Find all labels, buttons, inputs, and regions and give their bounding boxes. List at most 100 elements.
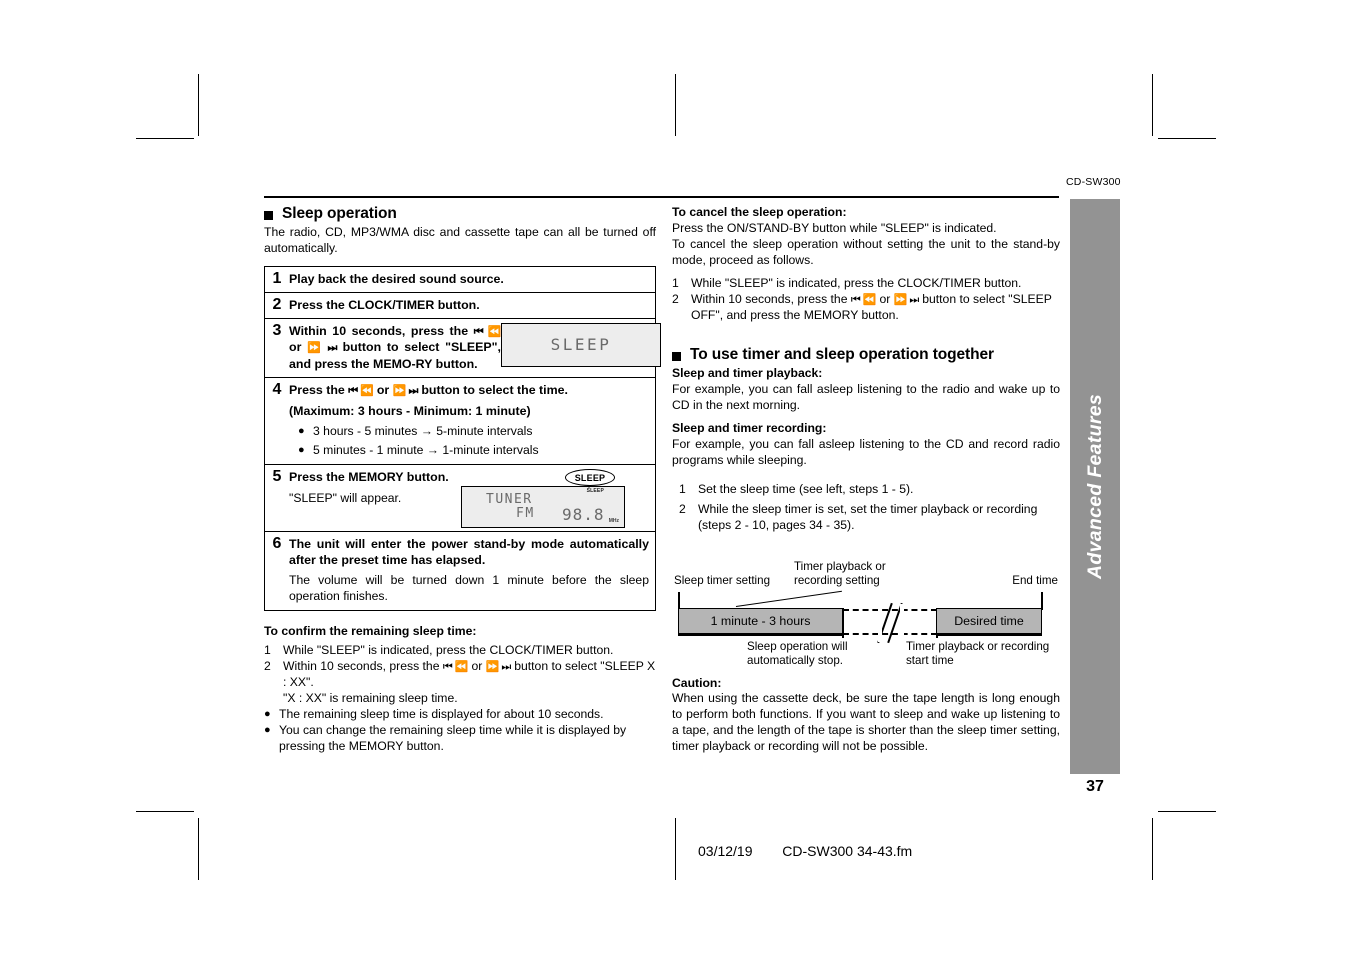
lcd-frequency-unit: MHz <box>608 518 619 525</box>
cancel-item-1: 1 While "SLEEP" is indicated, press the … <box>672 276 1022 291</box>
step-number-4: 4 <box>272 380 282 398</box>
diagram-baseline <box>678 633 843 636</box>
lcd-display-sleep: SLEEP <box>501 322 661 367</box>
step-text-1: Play back the desired sound source. <box>289 271 504 286</box>
diagram-bar-desired: Desired time <box>936 607 1042 634</box>
diagram-break-mask <box>900 603 904 642</box>
confirm-item-1: 1 While "SLEEP" is indicated, press the … <box>264 643 614 658</box>
step-row-1: 1 Play back the desired sound source. <box>265 267 655 293</box>
skip-back-icon: ⏮ ⏪ <box>473 325 502 338</box>
sleep-operation-title: Sleep operation <box>282 205 397 222</box>
lcd-tuner-frequency: 98.8 <box>562 505 605 525</box>
caution-heading: Caution: <box>672 675 722 690</box>
step-row-6: 6 The unit will enter the power stand-by… <box>265 532 655 610</box>
recording-heading: Sleep and timer recording: <box>672 420 827 435</box>
confirm-item-2: 2 Within 10 seconds, press the ⏮ ⏪ or ⏩ … <box>264 659 656 706</box>
footer-rule-center <box>675 818 676 880</box>
document-page: CD-SW300 Sleep operation The radio, CD, … <box>0 0 1351 954</box>
lcd-sleep-text: SLEEP <box>550 335 612 355</box>
together-item-2: 2 While the sleep timer is set, set the … <box>679 501 1038 532</box>
crop-mark-bottom-right-horizontal <box>1158 811 1216 812</box>
header-rule <box>264 196 1059 198</box>
crop-mark-top-left-vertical <box>198 74 199 136</box>
together-item-1: 1 Set the sleep time (see left, steps 1 … <box>679 481 914 496</box>
footer-filename: CD-SW300 34-43.fm <box>782 843 913 859</box>
sleep-operation-intro: The radio, CD, MP3/WMA disc and cassette… <box>264 225 656 255</box>
crop-mark-top-right-vertical <box>1152 74 1153 136</box>
diagram-break-mask <box>878 603 882 642</box>
bullet-dot-icon: ● <box>298 425 305 438</box>
sleep-steps-table: 1 Play back the desired sound source. 2 … <box>264 265 661 612</box>
section-tab: Advanced Features <box>1070 199 1120 774</box>
step-text-3: Within 10 seconds, press the ⏮ ⏪ or ⏩ ⏭ … <box>289 323 502 371</box>
together-list: 1 Set the sleep time (see left, steps 1 … <box>672 482 1060 534</box>
right-column: To cancel the sleep operation: Press the… <box>672 205 1060 755</box>
diagram-label-timer-setting: Timer playback or recording setting <box>794 559 886 587</box>
step-5-subtext: "SLEEP" will appear. <box>289 491 402 506</box>
together-title: To use timer and sleep operation togethe… <box>690 346 994 364</box>
cancel-para-2: To cancel the sleep operation without se… <box>672 236 1060 267</box>
section-tab-label: Advanced Features <box>1083 394 1106 579</box>
bullet-dot-icon: ● <box>264 708 271 721</box>
lcd-tuner-line2: FM <box>516 506 535 522</box>
step-4-bullet-1: ● 3 hours - 5 minutes → 5-minute interva… <box>298 424 533 439</box>
step-number-6: 6 <box>272 535 282 553</box>
step-4-bullet-2: ● 5 minutes - 1 minute → 1-minute interv… <box>298 443 539 458</box>
footer-date: 03/12/19 <box>698 843 753 859</box>
lcd-sleep-indicator: SLEEP <box>586 488 604 495</box>
playback-heading: Sleep and timer playback: <box>672 366 823 381</box>
step-text-2: Press the CLOCK/TIMER button. <box>289 297 480 312</box>
confirm-item-2-note: "X : XX" is remaining sleep time. <box>283 691 458 706</box>
footer: 03/12/19 CD-SW300 34-43.fm <box>698 843 912 859</box>
caution-text: When using the cassette deck, be sure th… <box>672 691 1060 753</box>
step-text-4: Press the ⏮ ⏪ or ⏩ ⏭ button to select th… <box>289 382 568 397</box>
cancel-para-1: Press the ON/STAND-BY button while "SLEE… <box>672 220 997 235</box>
together-heading: To use timer and sleep operation togethe… <box>672 346 1060 364</box>
sleep-callout: SLEEP <box>461 469 625 489</box>
left-column: Sleep operation The radio, CD, MP3/WMA d… <box>264 205 661 755</box>
confirm-list: 1 While "SLEEP" is indicated, press the … <box>264 643 656 707</box>
step-row-2: 2 Press the CLOCK/TIMER button. <box>265 293 655 319</box>
skip-forward-icon: ⏩ ⏭ <box>893 294 920 307</box>
crop-mark-top-left-horizontal <box>136 138 194 139</box>
square-bullet-icon <box>264 210 273 220</box>
skip-back-icon: ⏮ ⏪ <box>442 661 469 674</box>
step-row-4: 4 Press the ⏮ ⏪ or ⏩ ⏭ button to select … <box>265 378 655 466</box>
diagram-label-end-time: End time <box>1012 573 1058 587</box>
skip-forward-icon: ⏩ ⏭ <box>485 661 512 674</box>
diagram-bar-sleep: 1 minute - 3 hours <box>678 607 843 634</box>
diagram-note-left: Sleep operation will automatically stop. <box>747 639 848 667</box>
step-number-1: 1 <box>272 269 282 287</box>
confirm-bullet-2: ● You can change the remaining sleep tim… <box>264 723 627 754</box>
step-number-5: 5 <box>272 468 282 486</box>
cancel-heading: To cancel the sleep operation: <box>672 205 847 219</box>
skip-back-icon: ⏮ ⏪ <box>348 384 374 397</box>
step-number-3: 3 <box>272 321 282 339</box>
step-row-3: 3 Within 10 seconds, press the ⏮ ⏪ or ⏩ … <box>265 319 661 378</box>
lcd-display-tuner: SLEEP TUNER FM 98.8 MHz <box>461 486 625 529</box>
crop-mark-top-center-vertical <box>675 74 676 136</box>
crop-mark-bottom-left-vertical <box>198 818 199 880</box>
step-number-2: 2 <box>272 295 282 313</box>
confirm-heading: To confirm the remaining sleep time: <box>264 624 477 639</box>
timeline-diagram: Sleep timer setting Timer playback or re… <box>672 548 1060 667</box>
skip-forward-icon: ⏩ ⏭ <box>307 342 337 355</box>
step-text-5: Press the MEMORY button. <box>289 470 449 485</box>
crop-mark-bottom-right-vertical <box>1152 818 1153 880</box>
diagram-label-sleep-setting: Sleep timer setting <box>674 573 771 587</box>
sleep-operation-heading: Sleep operation <box>264 205 656 223</box>
diagram-leader-line <box>735 590 842 607</box>
skip-back-icon: ⏮ ⏪ <box>850 294 877 307</box>
skip-forward-icon: ⏩ ⏭ <box>392 384 419 397</box>
step-6-subtext: The volume will be turned down 1 minute … <box>289 573 649 604</box>
sleep-callout-label: SLEEP <box>565 469 615 487</box>
bullet-dot-icon: ● <box>298 444 305 457</box>
step-text-6: The unit will enter the power stand-by m… <box>289 537 649 568</box>
model-code-header: CD-SW300 <box>1066 176 1121 188</box>
diagram-note-right: Timer playback or recording start time <box>906 639 1050 667</box>
crop-mark-top-right-horizontal <box>1158 138 1216 139</box>
step-4-range: (Maximum: 3 hours - Minimum: 1 minute) <box>289 403 531 418</box>
cancel-list: 1 While "SLEEP" is indicated, press the … <box>672 276 1060 324</box>
recording-text: For example, you can fall asleep listeni… <box>672 436 1060 467</box>
playback-text: For example, you can fall asleep listeni… <box>672 382 1060 413</box>
